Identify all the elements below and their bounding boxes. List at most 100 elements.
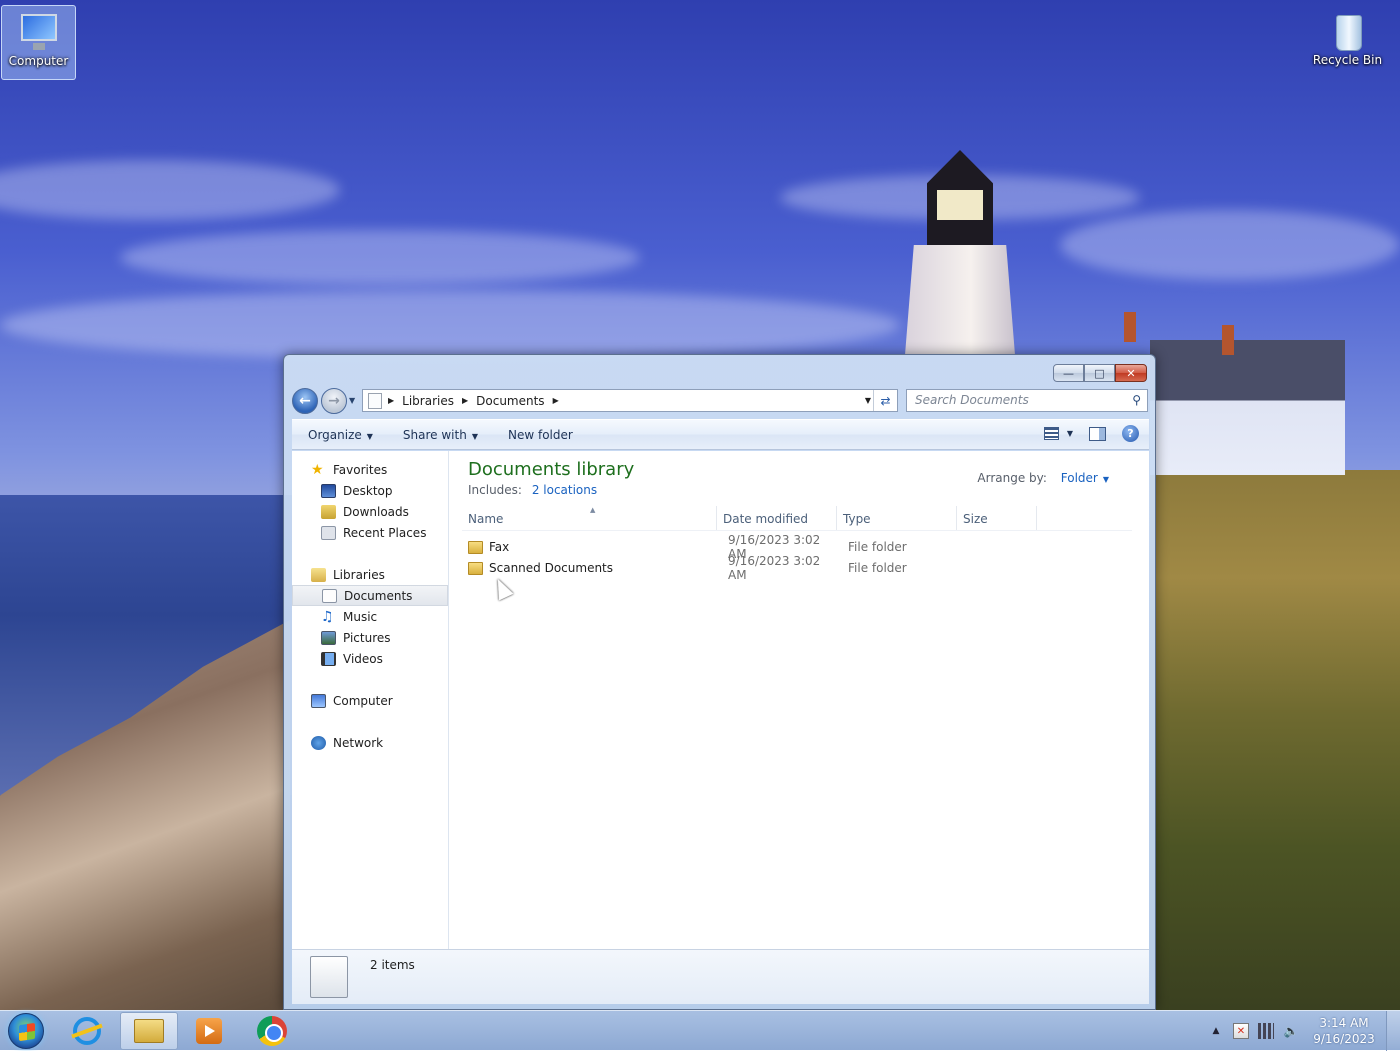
forward-arrow-icon: → xyxy=(328,393,340,409)
nav-recent-places[interactable]: Recent Places xyxy=(292,522,448,543)
breadcrumb-documents[interactable]: Documents xyxy=(476,394,544,408)
nav-downloads[interactable]: Downloads xyxy=(292,501,448,522)
internet-explorer-icon xyxy=(73,1017,101,1045)
refresh-button[interactable]: ⇄ xyxy=(873,390,897,411)
breadcrumb-libraries[interactable]: Libraries xyxy=(402,394,454,408)
nav-network[interactable]: Network xyxy=(292,732,448,753)
show-hidden-icons-button[interactable]: ▲ xyxy=(1208,1023,1224,1039)
minimize-icon: — xyxy=(1063,366,1074,380)
item-count: 2 items xyxy=(370,958,415,972)
sort-ascending-icon: ▲ xyxy=(590,506,596,514)
back-arrow-icon: ← xyxy=(299,393,311,409)
start-button[interactable] xyxy=(8,1013,44,1049)
nav-label: Documents xyxy=(344,588,413,603)
videos-icon xyxy=(321,651,336,666)
column-date-modified[interactable]: Date modified xyxy=(717,506,837,530)
desktop-icon-computer[interactable]: Computer xyxy=(1,5,76,80)
close-button[interactable]: ✕ xyxy=(1115,364,1147,382)
refresh-icon: ⇄ xyxy=(880,393,891,408)
breadcrumb-separator-icon[interactable]: ▶ xyxy=(388,396,394,405)
recent-places-icon xyxy=(321,525,336,540)
nav-libraries[interactable]: Libraries xyxy=(292,564,448,585)
nav-videos[interactable]: Videos xyxy=(292,648,448,669)
pictures-icon xyxy=(321,630,336,645)
help-icon[interactable]: ? xyxy=(1122,425,1139,442)
column-type[interactable]: Type xyxy=(837,506,957,530)
recycle-bin-icon xyxy=(1326,11,1370,51)
explorer-window[interactable]: — □ ✕ ← → ▼ ▶ Libraries ▶ Documents ▶ ▼ … xyxy=(283,354,1156,1010)
desktop-icon-label: Recycle Bin xyxy=(1312,53,1383,67)
column-size[interactable]: Size xyxy=(957,506,1037,530)
star-icon: ★ xyxy=(311,461,324,478)
nav-documents[interactable]: Documents xyxy=(292,585,448,606)
nav-label: Favorites xyxy=(333,462,388,477)
nav-pictures[interactable]: Pictures xyxy=(292,627,448,648)
taskbar-app-windows-explorer[interactable] xyxy=(120,1012,178,1050)
file-type: File folder xyxy=(848,561,907,575)
preview-pane-icon[interactable] xyxy=(1089,426,1106,441)
search-input[interactable]: Search Documents ⚲ xyxy=(906,389,1148,412)
folder-icon xyxy=(468,540,483,554)
search-icon[interactable]: ⚲ xyxy=(1132,393,1141,407)
arrange-label: Arrange by: xyxy=(977,471,1047,485)
clock-date: 9/16/2023 xyxy=(1313,1032,1375,1046)
nav-computer[interactable]: Computer xyxy=(292,690,448,711)
lighthouse-glass xyxy=(937,190,983,220)
views-icon xyxy=(1043,427,1059,440)
organize-button[interactable]: Organize ▼ xyxy=(300,428,381,442)
taskbar-app-chrome[interactable] xyxy=(243,1012,301,1050)
lighthouse xyxy=(905,150,1015,355)
address-history-dropdown[interactable]: ▼ xyxy=(865,396,871,405)
clock[interactable]: 3:14 AM 9/16/2023 xyxy=(1308,1015,1380,1047)
taskbar-app-internet-explorer[interactable] xyxy=(58,1012,116,1050)
grassy-hill xyxy=(1150,470,1400,1010)
nav-label: Network xyxy=(333,735,384,750)
desktop-icon-recycle-bin[interactable]: Recycle Bin xyxy=(1310,5,1385,80)
back-button[interactable]: ← xyxy=(292,388,318,414)
breadcrumb-separator-icon[interactable]: ▶ xyxy=(462,396,468,405)
forward-button[interactable]: → xyxy=(321,388,347,414)
documents-library-icon xyxy=(368,392,382,409)
nav-label: Pictures xyxy=(343,630,391,645)
new-folder-label: New folder xyxy=(507,427,573,442)
file-type: File folder xyxy=(848,540,907,554)
library-includes: Includes: 2 locations xyxy=(468,483,597,497)
desktop-icon-label: Computer xyxy=(8,54,69,68)
share-with-button[interactable]: Share with ▼ xyxy=(395,428,486,442)
volume-muted-icon[interactable]: 🔈 xyxy=(1283,1023,1299,1039)
command-bar: Organize ▼ Share with ▼ New folder ▼ ? xyxy=(292,419,1149,450)
file-row[interactable]: Scanned Documents 9/16/2023 3:02 AM File… xyxy=(462,554,1132,582)
share-with-label: Share with xyxy=(402,427,467,442)
computer-icon xyxy=(311,693,326,708)
toolbar-right-group: ▼ ? xyxy=(1043,425,1139,442)
column-headers: ▲ Name Date modified Type Size xyxy=(462,506,1132,531)
arrange-by-dropdown[interactable]: Folder xyxy=(1061,471,1098,485)
minimize-button[interactable]: — xyxy=(1053,364,1084,382)
nav-desktop[interactable]: Desktop xyxy=(292,480,448,501)
network-status-icon[interactable] xyxy=(1258,1023,1274,1039)
libraries-icon xyxy=(311,567,326,582)
nav-music[interactable]: ♫ Music xyxy=(292,606,448,627)
downloads-icon xyxy=(321,504,336,519)
nav-label: Videos xyxy=(343,651,383,666)
file-name: Scanned Documents xyxy=(489,561,614,575)
taskbar-app-media-player[interactable] xyxy=(180,1012,238,1050)
locations-link[interactable]: 2 locations xyxy=(532,483,597,497)
details-pane: 2 items xyxy=(292,949,1149,1004)
caption-buttons: — □ ✕ xyxy=(1053,364,1147,382)
file-name: Fax xyxy=(489,540,510,554)
recent-pages-dropdown[interactable]: ▼ xyxy=(349,396,355,405)
action-center-icon[interactable]: ✕ xyxy=(1233,1023,1249,1039)
chevron-down-icon: ▼ xyxy=(471,431,478,441)
show-desktop-button[interactable] xyxy=(1386,1011,1400,1051)
nav-favorites[interactable]: ★ Favorites xyxy=(292,459,448,480)
new-folder-button[interactable]: New folder xyxy=(500,428,581,442)
media-player-icon xyxy=(196,1018,222,1044)
address-bar[interactable]: ▶ Libraries ▶ Documents ▶ ▼ ⇄ xyxy=(362,389,898,412)
clock-time: 3:14 AM xyxy=(1319,1016,1369,1030)
maximize-button[interactable]: □ xyxy=(1084,364,1115,382)
file-date: 9/16/2023 3:02 AM xyxy=(728,554,821,582)
breadcrumb-separator-icon[interactable]: ▶ xyxy=(553,396,559,405)
arrange-by: Arrange by: Folder ▼ xyxy=(977,471,1109,485)
change-view-button[interactable]: ▼ xyxy=(1043,427,1073,440)
